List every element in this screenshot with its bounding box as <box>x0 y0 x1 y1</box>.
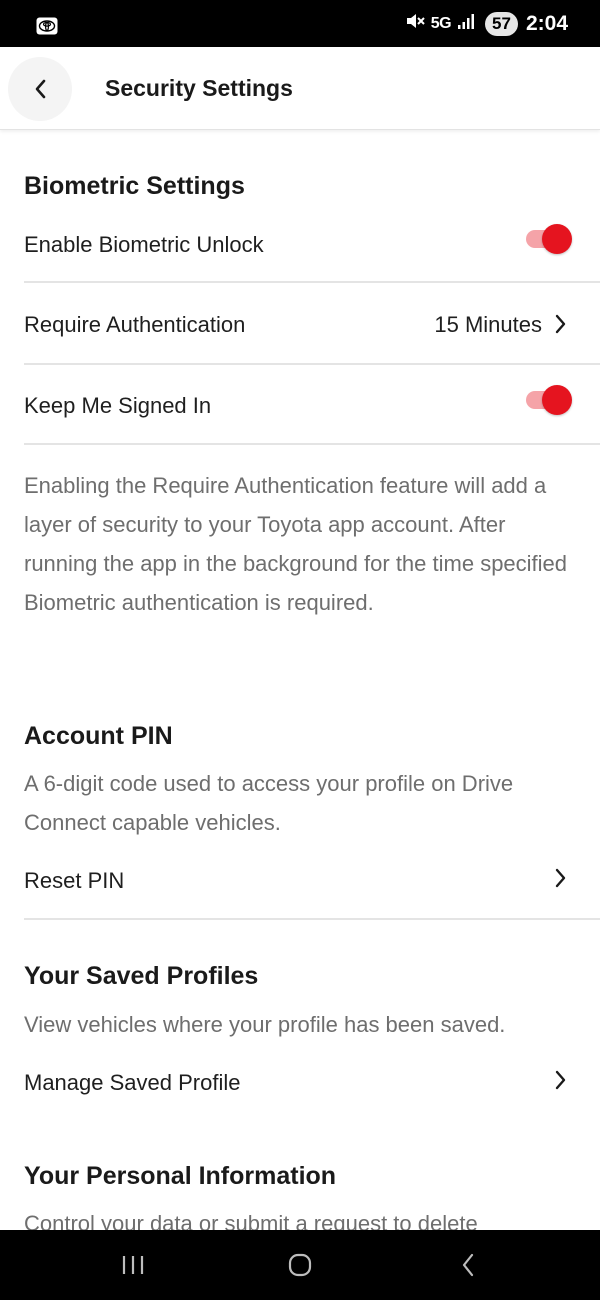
status-bar: 5G 57 2:04 <box>0 0 600 47</box>
status-indicators: 5G 57 2:04 <box>405 8 568 40</box>
screen: 5G 57 2:04 Security Settings Biometric S <box>0 0 600 1300</box>
home-button[interactable] <box>280 1250 320 1280</box>
account-pin-description: A 6-digit code used to access your profi… <box>24 771 514 835</box>
keep-me-signed-in-row[interactable]: Keep Me Signed In <box>24 365 600 445</box>
saved-profiles-title: Your Saved Profiles <box>24 962 259 990</box>
enable-biometric-unlock-label: Enable Biometric Unlock <box>24 232 264 257</box>
recent-apps-button[interactable] <box>113 1250 153 1280</box>
mute-icon <box>405 12 425 36</box>
system-back-button[interactable] <box>448 1250 488 1280</box>
chevron-right-icon <box>555 868 566 888</box>
app-header: Security Settings <box>0 47 600 130</box>
toggle-thumb <box>542 224 572 254</box>
divider <box>24 443 600 445</box>
require-authentication-label: Require Authentication <box>24 312 246 337</box>
account-pin-title: Account PIN <box>24 722 173 750</box>
home-icon <box>288 1253 312 1277</box>
signal-strength-icon <box>457 12 477 36</box>
toggle-thumb <box>542 385 572 415</box>
personal-information-description: Control your data or submit a request to… <box>24 1211 478 1230</box>
biometric-settings-title: Biometric Settings <box>24 172 245 200</box>
reset-pin-row[interactable]: Reset PIN <box>24 840 600 920</box>
enable-biometric-unlock-toggle[interactable] <box>524 224 572 254</box>
back-arrow-icon <box>462 1253 474 1277</box>
network-type: 5G <box>430 15 452 32</box>
manage-saved-profile-label: Manage Saved Profile <box>24 1070 241 1095</box>
reset-pin-label: Reset PIN <box>24 868 125 893</box>
divider <box>24 918 600 920</box>
battery-level: 57 <box>485 12 518 36</box>
keep-me-signed-in-toggle[interactable] <box>524 385 572 415</box>
page-title: Security Settings <box>105 75 293 101</box>
require-authentication-value: 15 Minutes <box>434 312 542 337</box>
chevron-right-icon <box>555 1070 566 1090</box>
toyota-app-notification-icon <box>36 17 58 35</box>
personal-information-title: Your Personal Information <box>24 1162 337 1190</box>
require-authentication-description: Enabling the Require Authentication feat… <box>24 473 568 615</box>
back-button[interactable] <box>8 57 72 121</box>
manage-saved-profile-row[interactable]: Manage Saved Profile <box>24 1042 600 1122</box>
keep-me-signed-in-label: Keep Me Signed In <box>24 393 212 418</box>
settings-content[interactable]: Biometric Settings Enable Biometric Unlo… <box>0 130 600 1230</box>
clock: 2:04 <box>525 12 568 35</box>
require-authentication-row[interactable]: Require Authentication 15 Minutes <box>24 283 600 363</box>
system-navigation-bar <box>0 1230 600 1300</box>
chevron-right-icon <box>555 314 566 334</box>
saved-profiles-description: View vehicles where your profile has bee… <box>24 1012 506 1037</box>
enable-biometric-unlock-row[interactable]: Enable Biometric Unlock <box>24 202 600 282</box>
recent-apps-icon <box>122 1256 144 1274</box>
chevron-left-icon <box>35 79 46 99</box>
